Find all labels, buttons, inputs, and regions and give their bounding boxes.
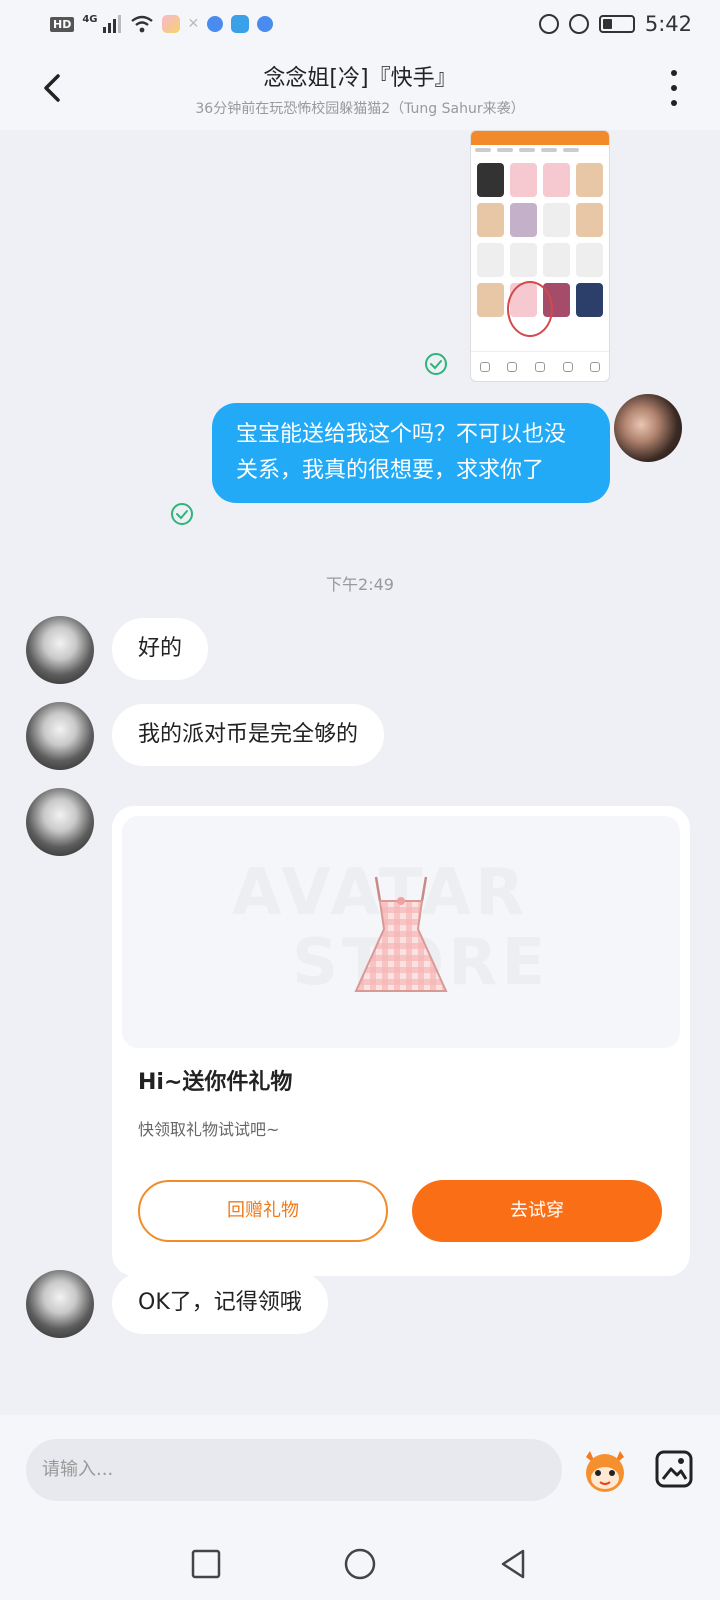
recents-button[interactable] — [189, 1547, 223, 1581]
chat-subtitle: 36分钟前在玩恐怖校园躲猫猫2（Tung Sahur来袭） — [195, 101, 525, 117]
image-icon — [655, 1450, 693, 1488]
x-notification-icon: ✕ — [187, 16, 200, 32]
input-bar: 请输入... — [0, 1415, 720, 1527]
chat-title: 念念姐[冷]『快手』 — [263, 66, 457, 91]
gift-image: AVATAR STORE — [122, 816, 680, 1048]
wifi-icon — [130, 15, 153, 33]
app-notification-icon — [207, 16, 224, 32]
incoming-message[interactable]: OK了，记得领哦 — [112, 1272, 328, 1334]
clock: 5:42 — [644, 12, 692, 36]
dress-icon — [354, 876, 448, 992]
check-circle-icon — [170, 502, 194, 526]
message-list[interactable]: 宝宝能送给我这个吗？不可以也没关系，我真的很想要，求求你了 下午2:49 好的 … — [0, 130, 720, 1415]
chevron-left-icon — [44, 74, 60, 102]
signal-icon — [102, 15, 121, 33]
more-button[interactable] — [668, 70, 680, 106]
system-nav-bar — [0, 1527, 720, 1600]
back-nav-button[interactable] — [497, 1547, 531, 1581]
data-saver-icon — [538, 14, 559, 34]
screenshot-image-message[interactable] — [470, 130, 610, 382]
app-notification-icon — [231, 15, 250, 33]
contact-avatar[interactable] — [26, 616, 94, 684]
network-type: 4G — [82, 13, 98, 25]
gift-subtitle: 快领取礼物试试吧~ — [138, 1120, 280, 1139]
app-notification-icon — [257, 16, 274, 32]
more-vertical-icon — [671, 70, 677, 76]
title-block: 念念姐[冷]『快手』 36分钟前在玩恐怖校园躲猫猫2（Tung Sahur来袭） — [100, 60, 620, 118]
incoming-message[interactable]: 我的派对币是完全够的 — [112, 704, 385, 766]
home-button[interactable] — [343, 1547, 377, 1581]
battery-icon — [598, 15, 635, 33]
emoji-button[interactable] — [580, 1445, 630, 1495]
return-gift-button[interactable]: 回赠礼物 — [138, 1180, 388, 1242]
gift-card[interactable]: AVATAR STORE Hi~送你件礼物 快领取礼物试试吧~ 回赠礼物 去试穿 — [112, 806, 690, 1276]
my-avatar[interactable] — [614, 394, 682, 462]
alarm-icon — [568, 14, 589, 34]
contact-avatar[interactable] — [26, 702, 94, 770]
image-button[interactable] — [654, 1449, 694, 1489]
emoji-mascot-icon — [586, 1451, 624, 1492]
try-on-button[interactable]: 去试穿 — [412, 1180, 662, 1242]
check-circle-icon — [424, 352, 448, 376]
outgoing-message[interactable]: 宝宝能送给我这个吗？不可以也没关系，我真的很想要，求求你了 — [212, 403, 610, 503]
gift-title: Hi~送你件礼物 — [138, 1070, 293, 1095]
incoming-message[interactable]: 好的 — [112, 618, 209, 680]
contact-avatar[interactable] — [26, 788, 94, 856]
app-notification-icon — [161, 15, 180, 33]
back-button[interactable] — [38, 68, 68, 108]
hd-indicator: HD — [50, 16, 75, 32]
highlight-circle — [507, 281, 553, 337]
contact-avatar[interactable] — [26, 1270, 94, 1338]
timestamp: 下午2:49 — [326, 575, 394, 594]
status-bar: HD 4G ✕ 5:42 — [0, 0, 720, 48]
chat-header: 念念姐[冷]『快手』 36分钟前在玩恐怖校园躲猫猫2（Tung Sahur来袭） — [0, 48, 720, 130]
message-input[interactable]: 请输入... — [26, 1439, 562, 1501]
